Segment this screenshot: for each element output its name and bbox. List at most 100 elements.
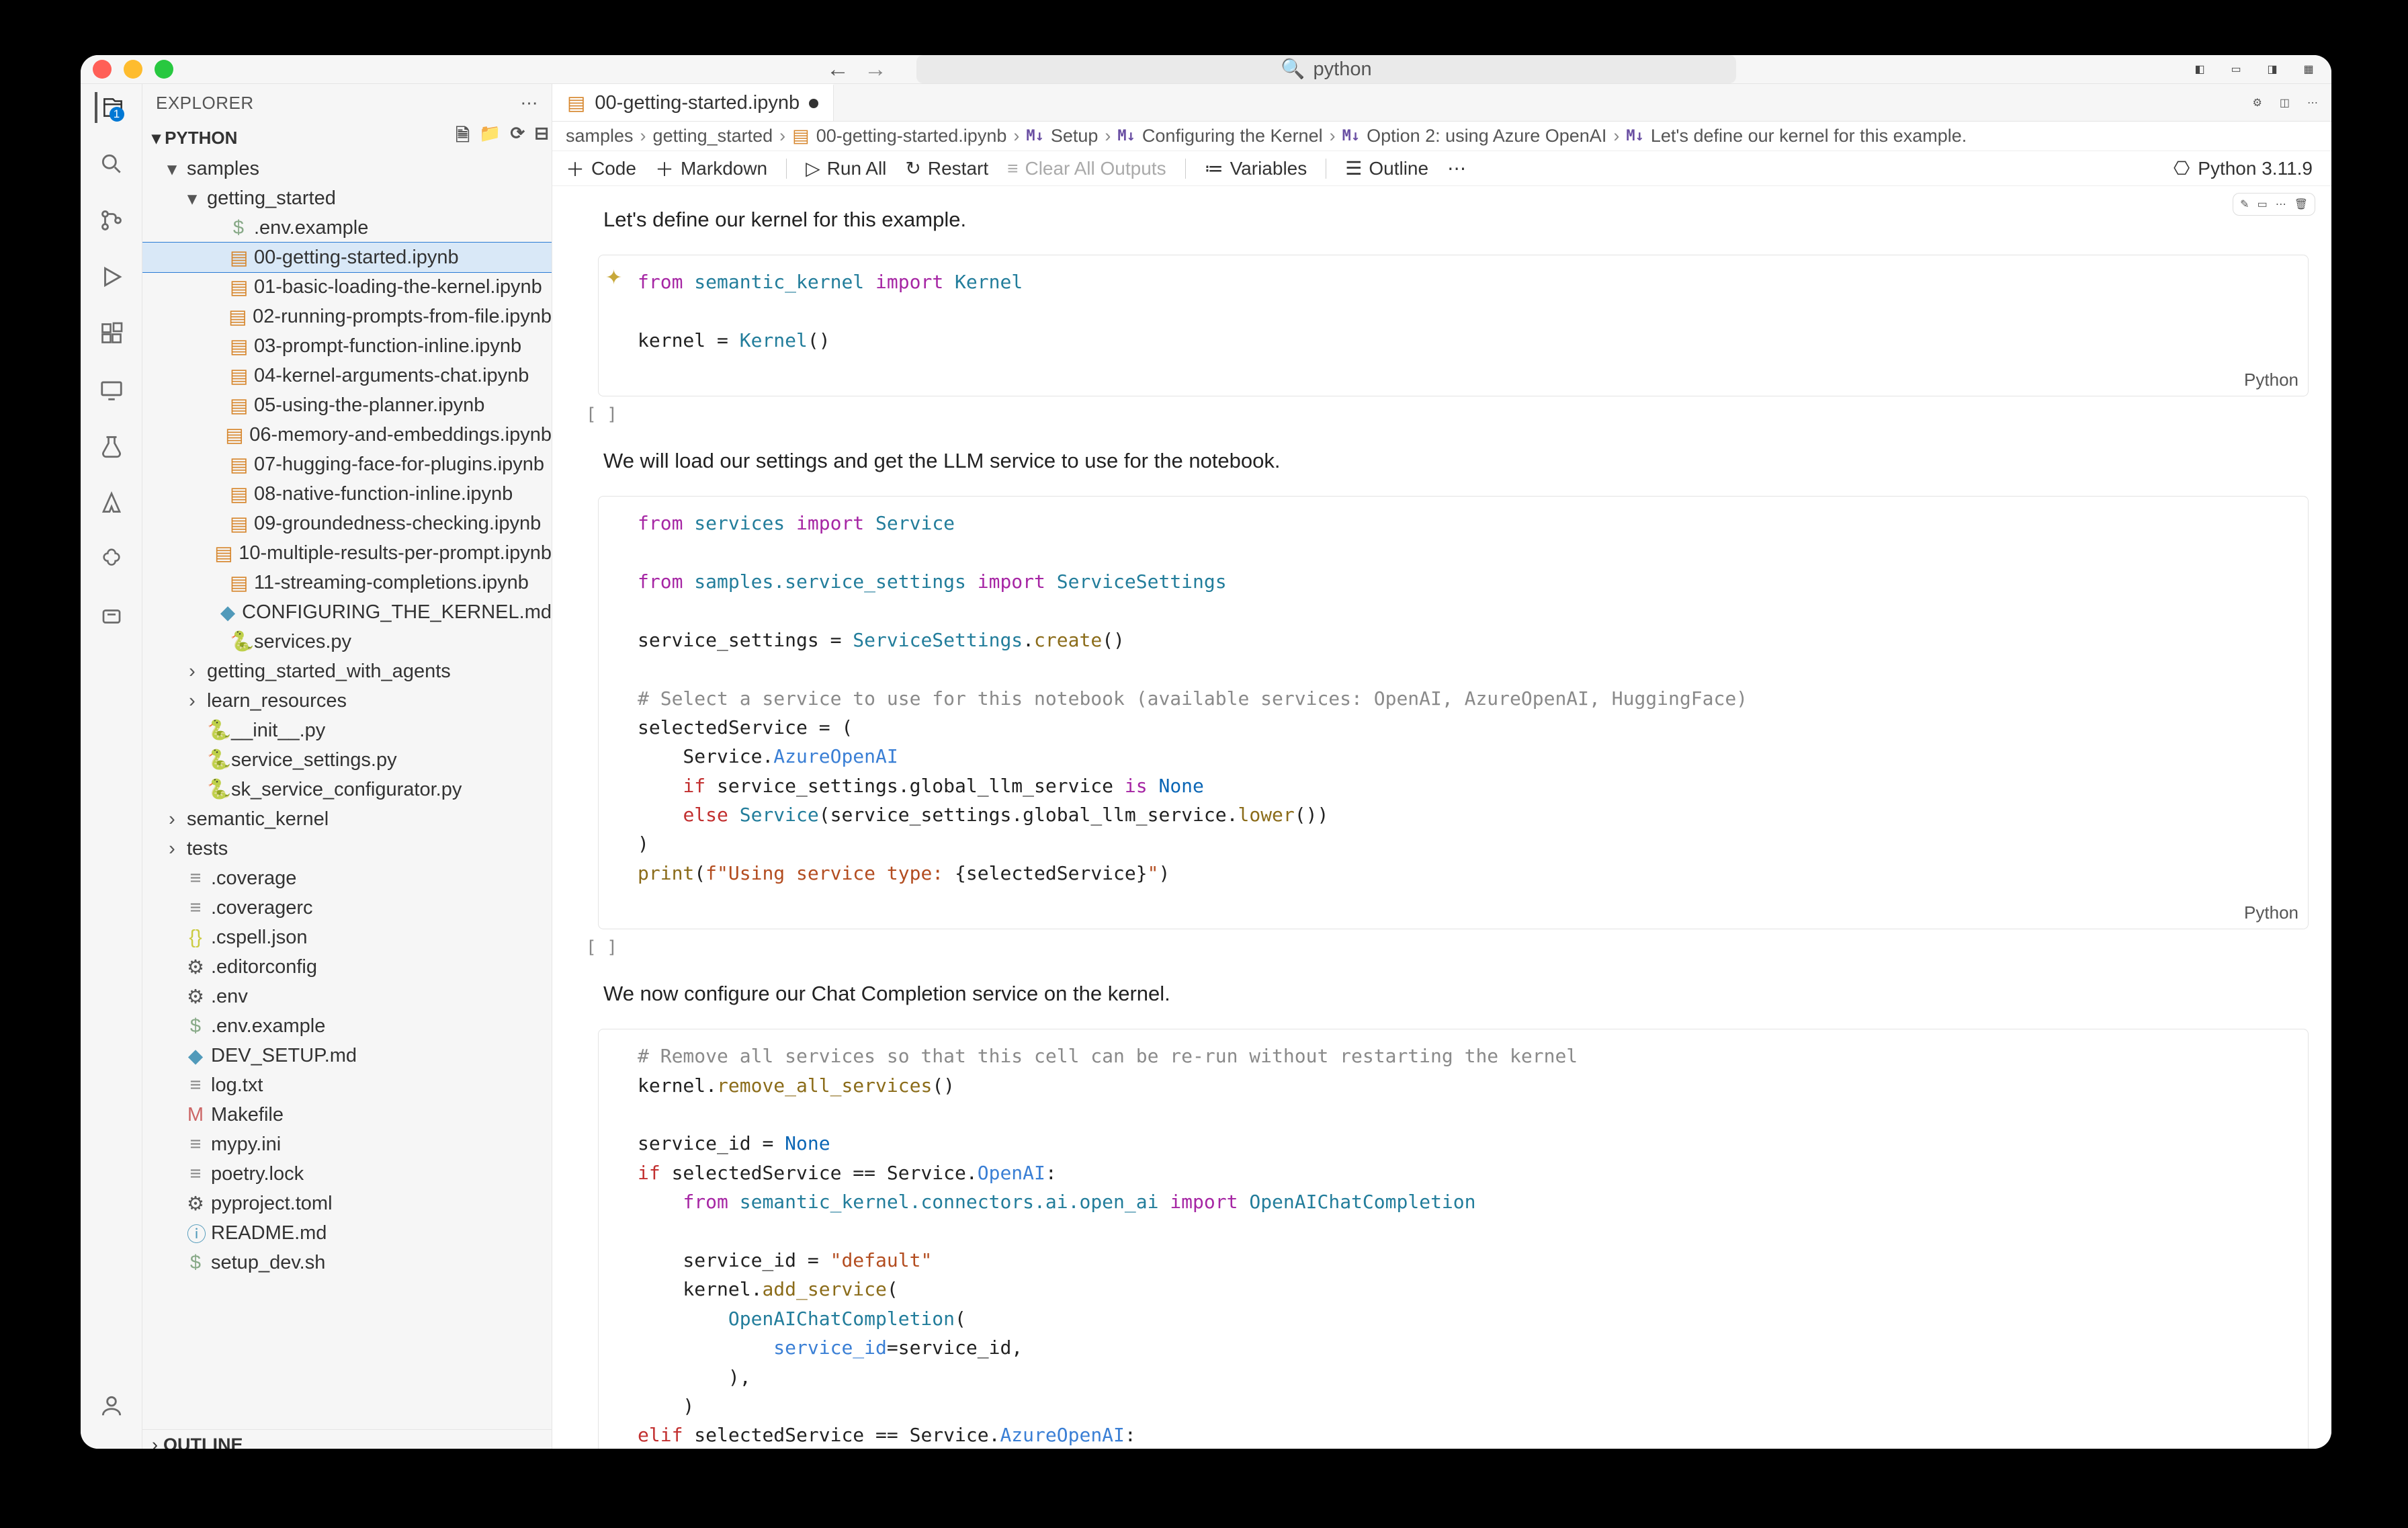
tree-item[interactable]: 🐍service_settings.py [142, 745, 552, 775]
code-content[interactable]: from semantic_kernel import Kernel kerne… [599, 255, 2308, 367]
crumb[interactable]: samples [566, 126, 634, 146]
file-tree[interactable]: ▾samples▾getting_started$.env.example▤00… [142, 154, 552, 1429]
markdown-cell[interactable]: We will load our settings and get the LL… [603, 449, 2303, 473]
tree-item[interactable]: ▤04-kernel-arguments-chat.ipynb [142, 361, 552, 390]
code-content[interactable]: # Remove all services so that this cell … [599, 1029, 2308, 1449]
extensions-icon[interactable] [96, 318, 127, 349]
explorer-icon[interactable]: 1 [95, 92, 126, 123]
restart-button[interactable]: ↻Restart [905, 157, 988, 179]
code-cell[interactable]: # Remove all services so that this cell … [598, 1029, 2309, 1449]
remote-icon[interactable] [96, 374, 127, 405]
notebook-body[interactable]: ✎ ▭ ⋯ 🗑 Let's define our kernel for this… [552, 186, 2331, 1449]
split-cell-icon[interactable]: ▭ [2258, 198, 2268, 211]
crumb[interactable]: Setup [1051, 126, 1099, 146]
accounts-icon[interactable] [96, 1390, 127, 1421]
tree-item[interactable]: ≡.coveragerc [142, 893, 552, 923]
azure-icon[interactable] [96, 487, 127, 518]
tree-item[interactable]: ▤08-native-function-inline.ipynb [142, 479, 552, 509]
variables-button[interactable]: ≔Variables [1205, 157, 1307, 179]
tree-item[interactable]: ▤06-memory-and-embeddings.ipynb [142, 420, 552, 450]
more-actions-icon[interactable]: ⋯ [2307, 96, 2318, 110]
clear-outputs-button[interactable]: ≡Clear All Outputs [1007, 158, 1166, 179]
collapse-icon[interactable]: ⊟ [534, 123, 549, 153]
cell-more-icon[interactable]: ⋯ [2276, 198, 2286, 211]
crumb[interactable]: getting_started [653, 126, 773, 146]
tree-item[interactable]: $setup_dev.sh [142, 1248, 552, 1277]
code-cell[interactable]: from services import Service from sample… [598, 496, 2309, 929]
run-debug-icon[interactable] [96, 261, 127, 292]
command-center[interactable]: 🔍 python [916, 55, 1736, 83]
maximize-window[interactable] [155, 60, 173, 79]
toolbar-more-icon[interactable]: ⋯ [1447, 157, 1466, 179]
tree-item[interactable]: ▤02-running-prompts-from-file.ipynb [142, 302, 552, 331]
tree-item[interactable]: ≡poetry.lock [142, 1159, 552, 1189]
tree-item[interactable]: 🐍services.py [142, 627, 552, 656]
tree-item[interactable]: 🐍sk_service_configurator.py [142, 775, 552, 804]
cell-language[interactable]: Python [2244, 902, 2298, 923]
layout-panel-icon[interactable]: ▭ [2225, 58, 2247, 80]
tree-item[interactable]: $.env.example [142, 213, 552, 243]
tree-item[interactable]: ▤07-hugging-face-for-plugins.ipynb [142, 450, 552, 479]
tree-item[interactable]: ▤01-basic-loading-the-kernel.ipynb [142, 272, 552, 302]
tree-item[interactable]: ◆CONFIGURING_THE_KERNEL.md [142, 597, 552, 627]
tree-item[interactable]: $.env.example [142, 1011, 552, 1041]
ext-icon-2[interactable] [96, 600, 127, 631]
tree-item[interactable]: ›semantic_kernel [142, 804, 552, 834]
tree-item[interactable]: ⚙.env [142, 982, 552, 1011]
customize-layout-icon[interactable]: ▦ [2298, 58, 2319, 80]
tree-item[interactable]: ⚙pyproject.toml [142, 1189, 552, 1218]
tree-item[interactable]: ▤11-streaming-completions.ipynb [142, 568, 552, 597]
tree-item[interactable]: ▤09-groundedness-checking.ipynb [142, 509, 552, 538]
tree-item[interactable]: ▤10-multiple-results-per-prompt.ipynb [142, 538, 552, 568]
close-window[interactable] [93, 60, 112, 79]
project-section[interactable]: ▾ PYTHON 🗎 📁 ⟳ ⊟ [142, 122, 552, 154]
kernel-picker[interactable]: Python 3.11.9 [2198, 158, 2313, 179]
minimize-window[interactable] [124, 60, 142, 79]
search-activity-icon[interactable] [96, 148, 127, 179]
tree-item[interactable]: {}.cspell.json [142, 923, 552, 952]
source-control-icon[interactable] [96, 205, 127, 236]
tree-item[interactable]: ◆DEV_SETUP.md [142, 1041, 552, 1070]
refresh-icon[interactable]: ⟳ [510, 123, 525, 153]
new-file-icon[interactable]: 🗎 [456, 123, 470, 153]
crumb[interactable]: Configuring the Kernel [1142, 126, 1323, 146]
tree-item[interactable]: MMakefile [142, 1100, 552, 1130]
nav-back-icon[interactable]: ← [826, 56, 849, 83]
split-editor-icon[interactable]: ◫ [2280, 96, 2290, 110]
delete-cell-icon[interactable]: 🗑 [2294, 198, 2308, 211]
settings-gear-icon[interactable] [96, 1447, 127, 1449]
tree-item[interactable]: ≡mypy.ini [142, 1130, 552, 1159]
code-cell[interactable]: ✦ from semantic_kernel import Kernel ker… [598, 255, 2309, 396]
tree-item[interactable]: ▾samples [142, 154, 552, 183]
cell-language[interactable]: Python [2244, 370, 2298, 390]
add-code-button[interactable]: ＋Code [566, 155, 636, 182]
tree-item[interactable]: ›tests [142, 834, 552, 863]
outline-panel[interactable]: › OUTLINE [142, 1429, 552, 1449]
tree-item[interactable]: ▤05-using-the-planner.ipynb [142, 390, 552, 420]
tab-notebook[interactable]: ▤ 00-getting-started.ipynb [552, 84, 834, 121]
run-gear-icon[interactable]: ⚙ [2253, 96, 2262, 110]
tree-item[interactable]: ⓘREADME.md [142, 1218, 552, 1248]
tree-item[interactable]: ▤03-prompt-function-inline.ipynb [142, 331, 552, 361]
breadcrumb[interactable]: samples›getting_started›▤00-getting-star… [552, 122, 2331, 151]
ext-icon-1[interactable] [96, 544, 127, 575]
layout-sidebar-right-icon[interactable]: ◨ [2262, 58, 2283, 80]
testing-icon[interactable] [96, 431, 127, 462]
tree-item[interactable]: ▾getting_started [142, 183, 552, 213]
new-folder-icon[interactable]: 📁 [479, 123, 501, 153]
crumb[interactable]: Option 2: using Azure OpenAI [1367, 126, 1606, 146]
tree-item[interactable]: ▤00-getting-started.ipynb [142, 243, 552, 272]
explorer-more-icon[interactable]: ⋯ [521, 93, 539, 114]
crumb[interactable]: Let's define our kernel for this example… [1651, 126, 1967, 146]
tree-item[interactable]: ›learn_resources [142, 686, 552, 716]
tree-item[interactable]: ≡log.txt [142, 1070, 552, 1100]
tree-item[interactable]: ›getting_started_with_agents [142, 656, 552, 686]
tree-item[interactable]: ≡.coverage [142, 863, 552, 893]
tree-item[interactable]: 🐍__init__.py [142, 716, 552, 745]
code-content[interactable]: from services import Service from sample… [599, 497, 2308, 900]
sparkle-icon[interactable]: ✦ [605, 266, 622, 290]
crumb[interactable]: 00-getting-started.ipynb [816, 126, 1007, 146]
run-all-button[interactable]: ▷Run All [806, 157, 886, 179]
markdown-cell[interactable]: We now configure our Chat Completion ser… [603, 982, 2303, 1006]
outline-button[interactable]: ☰Outline [1345, 157, 1428, 179]
